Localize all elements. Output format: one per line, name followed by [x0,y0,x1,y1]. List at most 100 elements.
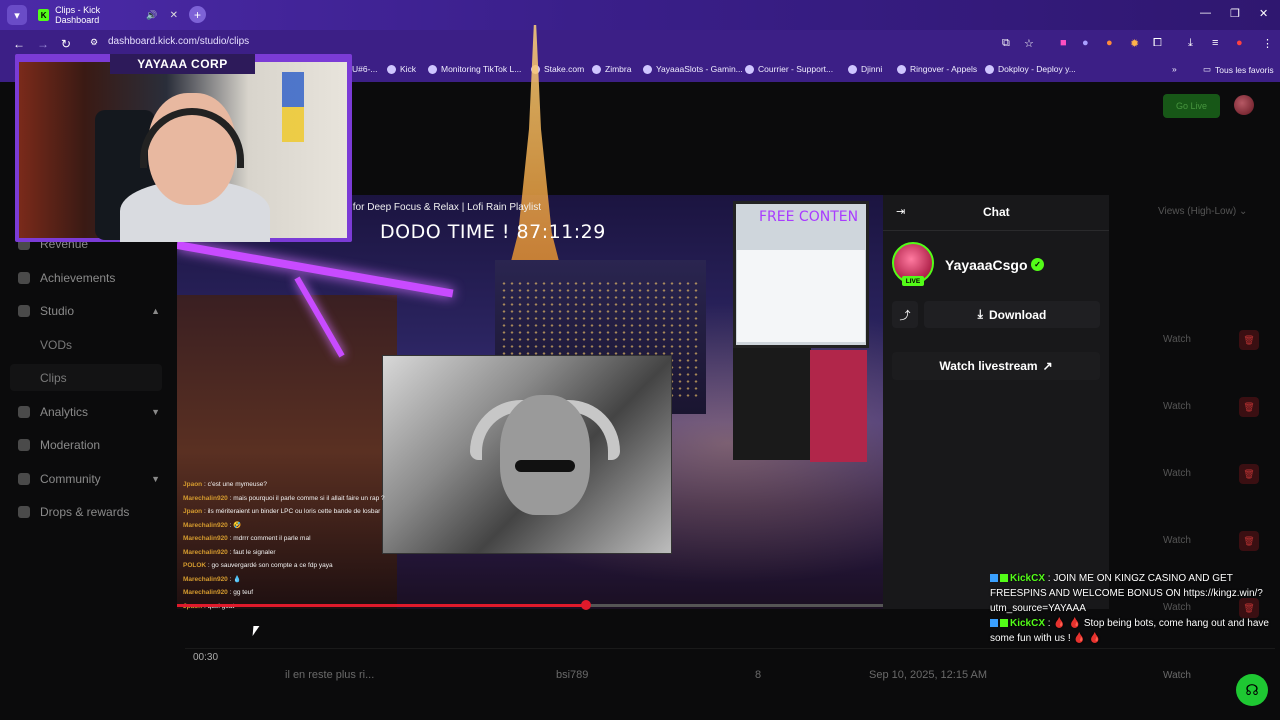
profile-icon[interactable]: ● [1236,37,1243,49]
address-bar[interactable]: dashboard.kick.com/studio/clips [108,36,249,47]
tab-audio-icon[interactable]: 🔊 [146,10,157,21]
delete-icon[interactable]: 🗑 [1239,330,1259,350]
watch-link[interactable]: Watch [1163,334,1191,345]
video-keyboard-image [733,348,811,460]
bookmark-star-icon[interactable]: ☆ [1024,37,1034,50]
overlay-chat-line: Marechalin920 : gg teuf [183,586,423,600]
share-icon: ⤴ [899,309,911,322]
watch-livestream-button[interactable]: Watch livestream ↗ [892,352,1100,380]
streamer-name[interactable]: YayaaaCsgo [945,257,1028,273]
all-bookmarks-folder[interactable]: ▭ Tous les favoris [1203,64,1274,75]
watch-link[interactable]: Watch [1163,535,1191,546]
bookmark-item[interactable]: Ringover - Appels [897,64,977,74]
share-button[interactable]: ⤴ [892,301,918,328]
delete-icon[interactable]: 🗑 [1239,464,1259,484]
go-live-button[interactable]: Go Live [1163,94,1220,118]
facecam-banner: YAYAAA CORP [110,54,255,74]
site-info-icon[interactable]: ⚙ [90,37,98,48]
bookmarks-overflow-icon[interactable]: » [1172,64,1177,74]
watch-link[interactable]: Watch [1163,670,1191,681]
watch-link[interactable]: Watch [1163,401,1191,412]
live-chat-message: KickCX : JOIN ME ON KINGZ CASINO AND GET… [990,573,1263,614]
bookmark-item[interactable]: YayaaaSlots - Gamin... [643,64,743,74]
bookmark-item[interactable]: U#6-... [352,64,378,74]
sidebar-item-clips[interactable]: Clips [40,371,67,385]
video-overlay-chat: Jpaon : c'est une mymeuse? Marechalin920 … [183,478,423,613]
video-promo-card [810,350,867,462]
sidebar-item-moderation[interactable]: Moderation [18,438,160,452]
bookmark-item[interactable]: Djinni [848,64,882,74]
sidebar-active-highlight [10,364,162,391]
chevron-up-icon: ▲ [151,306,160,316]
clip-views: 8 [755,669,762,681]
extension-icon[interactable]: ● [1082,37,1089,49]
download-icon: ⤓ [977,307,983,321]
bookmark-favicon-icon [848,64,857,74]
chevron-down-icon: ⌄ [1238,206,1248,217]
overlay-chat-user: Marechalin920 [183,494,228,502]
tab-search-icon[interactable]: ▾ [7,5,27,25]
overlay-chat-user: Marechalin920 [183,589,228,596]
clip-title: il en reste plus ri... [285,669,375,681]
sidebar-item-community[interactable]: Community ▼ [18,472,160,486]
overlay-chat-line: Marechalin920 : mdrrr comment il parle m… [183,532,423,546]
bookmark-favicon-icon [592,64,601,74]
bookmark-item[interactable]: Dokploy - Deploy y... [985,64,1076,74]
download-button[interactable]: ⤓ Download [924,301,1100,328]
video-progress-handle[interactable] [581,600,591,610]
bookmark-item[interactable]: Zimbra [592,64,631,74]
overlay-chat-line: Jpaon : ils mériteraient un binder LPC o… [183,505,423,519]
facecam-flag [282,72,304,142]
divider [883,230,1109,231]
bookmark-item[interactable]: Stake.com [531,64,584,74]
folder-icon: ▭ [1203,64,1212,74]
overlay-chat-text: : gg teuf [227,589,254,596]
support-chat-button[interactable]: ☊ [1236,674,1268,706]
overlay-chat-user: Marechalin920 [183,535,228,542]
delete-icon[interactable]: 🗑 [1239,397,1259,417]
bookmark-favicon-icon [428,64,437,74]
video-bw-person [500,395,590,515]
collapse-panel-icon[interactable]: ⇥ [896,205,905,218]
sidebar-item-drops[interactable]: Drops & rewards [18,505,160,519]
bookmark-item[interactable]: Monitoring TikTok L... [428,64,521,74]
forward-icon[interactable]: → [37,37,49,51]
video-bw-sunglasses [515,460,575,472]
media-control-icon[interactable]: ≡ [1212,37,1218,49]
sidebar-item-studio[interactable]: Studio ▲ [18,304,160,318]
overlay-chat-user: Marechalin920 [183,575,228,583]
download-icon[interactable]: ⤓ [1188,37,1193,50]
translate-icon[interactable]: ⧉ [1002,37,1010,50]
extension-icon[interactable]: ✹ [1130,37,1139,50]
tab-title: Clips - Kick Dashboard [55,5,101,25]
video-laptop-screen [737,250,865,342]
extension-icon[interactable]: ■ [1060,37,1067,49]
headset-icon: ☊ [1245,682,1259,699]
minimize-icon[interactable]: — [1200,7,1211,19]
new-tab-button[interactable]: + [189,6,206,23]
overlay-chat-text: : go sauvergardé son compte a ce fdp yay… [206,562,333,569]
user-avatar[interactable] [1234,95,1254,115]
maximize-icon[interactable]: ❐ [1230,7,1240,20]
extensions-puzzle-icon[interactable]: ⧠ [1153,37,1162,50]
close-window-icon[interactable]: ✕ [1259,7,1268,20]
extension-icon[interactable]: ● [1106,37,1113,49]
mouse-cursor-icon [252,626,260,636]
sidebar-item-achievements[interactable]: Achievements [18,271,160,285]
bookmark-item[interactable]: Kick [387,64,416,74]
menu-icon[interactable]: ⋮ [1262,37,1273,50]
sidebar-item-vods[interactable]: VODs [40,338,72,352]
overlay-chat-line: Marechalin920 : faut le signaler [183,546,423,560]
overlay-chat-user: POLOK [183,562,207,569]
delete-icon[interactable]: 🗑 [1239,531,1259,551]
watch-link[interactable]: Watch [1163,468,1191,479]
sidebar-item-analytics[interactable]: Analytics ▼ [18,405,160,419]
overlay-chat-line: Marechalin920 : 🤣 [183,519,423,533]
tab-close-icon[interactable]: ✕ [170,10,178,21]
reload-icon[interactable]: ↻ [61,37,71,51]
sort-dropdown[interactable]: Views (High-Low) ⌄ [1158,206,1247,217]
bookmark-item[interactable]: Courrier - Support... [745,64,833,74]
back-icon[interactable]: ← [13,37,25,51]
browser-tab[interactable]: K Clips - Kick Dashboard 🔊 ✕ [32,3,184,27]
overlay-chat-user: Jpaon [183,508,203,515]
